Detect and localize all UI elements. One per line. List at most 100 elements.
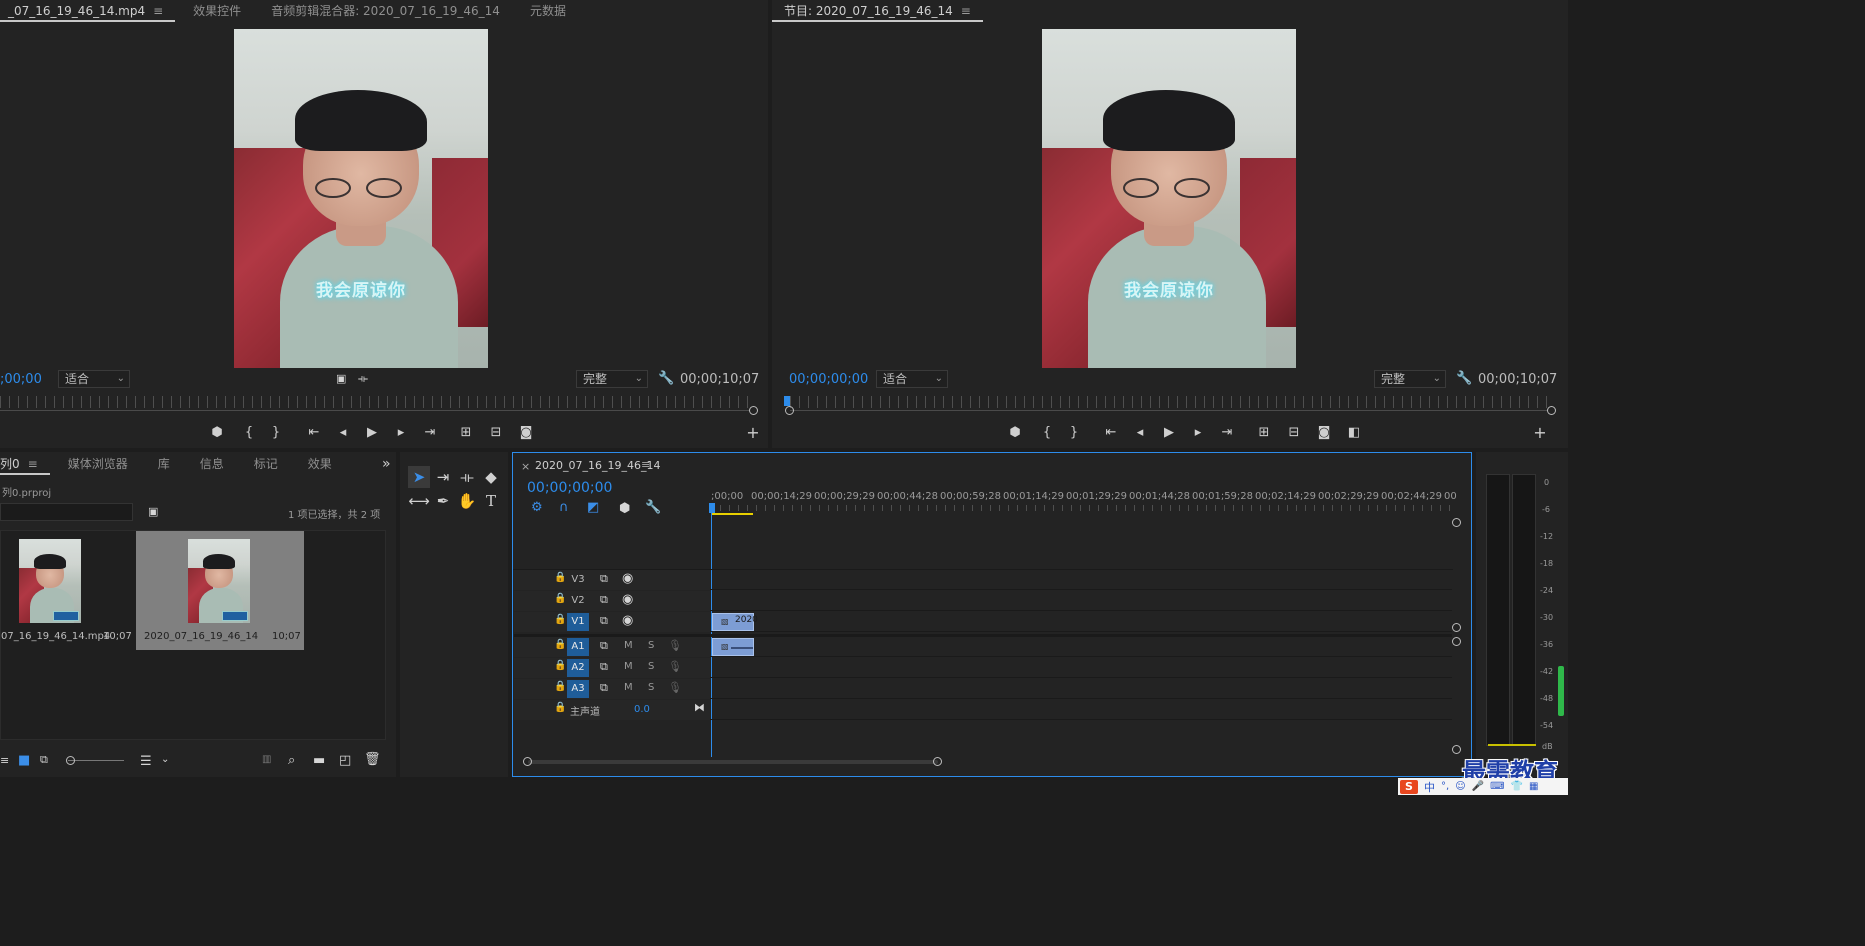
sync-lock-icon[interactable]: ⧉: [600, 593, 608, 607]
program-out-handle[interactable]: [1547, 406, 1556, 415]
project-search-input[interactable]: [0, 503, 133, 521]
keyboard-icon[interactable]: ⌨: [1490, 781, 1504, 792]
icon-view-icon[interactable]: ■: [18, 753, 30, 768]
play-icon[interactable]: ▶: [1158, 424, 1180, 442]
program-timecode[interactable]: 00;00;00;00: [789, 372, 868, 387]
mark-in-icon[interactable]: {: [1036, 424, 1058, 442]
add-marker-icon[interactable]: ⬢: [619, 501, 630, 516]
mute-button[interactable]: M: [624, 640, 633, 651]
mark-out-icon[interactable]: }: [1063, 424, 1085, 442]
source-quality-select[interactable]: 完整 ⌄: [576, 370, 648, 388]
zoom-slider-handle[interactable]: [66, 756, 75, 765]
ime-chinese-mode[interactable]: 中: [1424, 779, 1435, 795]
audio-scroll-top-handle[interactable]: [1452, 637, 1461, 646]
razor-tool-icon[interactable]: ◆: [480, 466, 502, 488]
go-to-out-icon[interactable]: ⇥: [1216, 424, 1238, 442]
add-button-icon[interactable]: +: [742, 424, 764, 442]
microphone-icon[interactable]: 🎙: [668, 681, 682, 694]
go-to-end-icon[interactable]: ⧓: [694, 701, 705, 714]
playhead-handle[interactable]: [709, 503, 715, 513]
find-icon[interactable]: ⌕: [288, 753, 295, 768]
program-in-handle[interactable]: [785, 406, 794, 415]
selection-tool-icon[interactable]: ➤: [408, 466, 430, 488]
go-to-in-icon[interactable]: ⇤: [1100, 424, 1122, 442]
microphone-icon[interactable]: 🎙: [668, 660, 682, 673]
sync-lock-icon[interactable]: ⧉: [600, 681, 608, 695]
sync-lock-icon[interactable]: ⧉: [600, 614, 608, 628]
overwrite-icon[interactable]: ⊟: [485, 424, 507, 442]
tab-effects[interactable]: 效果: [300, 453, 354, 477]
microphone-icon[interactable]: 🎤: [1472, 781, 1484, 792]
tab-media-browser[interactable]: 媒体浏览器: [60, 453, 150, 477]
source-fit-select[interactable]: 适合 ⌄: [58, 370, 130, 388]
list-view-icon[interactable]: ≡: [0, 754, 9, 767]
zoom-slider[interactable]: [68, 760, 124, 761]
extract-icon[interactable]: ⊟: [1283, 424, 1305, 442]
wrench-icon[interactable]: 🔧: [658, 371, 674, 386]
new-item-icon[interactable]: ◰: [339, 753, 351, 768]
tab-metadata[interactable]: 元数据: [522, 0, 588, 24]
eye-icon[interactable]: ◉: [622, 613, 633, 628]
pen-tool-icon[interactable]: ✒: [432, 490, 454, 512]
lift-icon[interactable]: ⊞: [1253, 424, 1275, 442]
microphone-icon[interactable]: 🎙: [668, 639, 682, 652]
hand-tool-icon[interactable]: ✋: [456, 490, 478, 512]
timeline-timecode[interactable]: 00;00;00;00: [527, 480, 612, 496]
go-to-out-icon[interactable]: ⇥: [419, 424, 441, 442]
lock-icon[interactable]: 🔒: [554, 681, 566, 692]
video-scroll-bottom-handle[interactable]: [1452, 623, 1461, 632]
scroll-right-handle[interactable]: [933, 757, 942, 766]
mark-in-icon[interactable]: {: [238, 424, 260, 442]
slip-tool-icon[interactable]: ⟷: [408, 490, 430, 512]
mark-out-icon[interactable]: }: [265, 424, 287, 442]
lock-icon[interactable]: 🔒: [554, 593, 566, 604]
timeline-horizontal-scrollbar[interactable]: [528, 760, 938, 764]
drag-audio-icon[interactable]: ⟛: [358, 372, 368, 386]
new-search-bin-icon[interactable]: ▣: [148, 505, 158, 518]
toolbox-icon[interactable]: ▦: [1529, 781, 1538, 792]
drag-video-icon[interactable]: ▣: [336, 372, 346, 385]
track-label-v2[interactable]: V2: [567, 592, 589, 610]
project-item[interactable]: 07_16_19_46_14.mp4 10;07: [1, 531, 133, 651]
wrench-icon[interactable]: 🔧: [645, 500, 661, 515]
video-scroll-top-handle[interactable]: [1452, 518, 1461, 527]
step-back-icon[interactable]: ◂: [1129, 424, 1151, 442]
tab-program[interactable]: 节目: 2020_07_16_19_46_14 ≡: [772, 0, 993, 24]
panel-menu-icon[interactable]: ≡: [28, 457, 38, 471]
audio-scroll-bottom-handle[interactable]: [1452, 745, 1461, 754]
tab-info[interactable]: 信息: [192, 453, 246, 477]
snap-icon[interactable]: ∩: [559, 500, 569, 515]
work-area-bar[interactable]: [711, 513, 753, 515]
master-volume-value[interactable]: 0.0: [634, 704, 650, 715]
go-to-in-icon[interactable]: ⇤: [303, 424, 325, 442]
lock-icon[interactable]: 🔒: [554, 572, 566, 583]
audio-clip[interactable]: ▧: [712, 638, 754, 656]
add-marker-icon[interactable]: ⬢: [206, 424, 228, 442]
add-marker-icon[interactable]: ⬢: [1004, 424, 1026, 442]
panel-menu-icon[interactable]: ≡: [641, 458, 650, 471]
tab-source-clip[interactable]: _07_16_19_46_14.mp4 ≡: [0, 0, 185, 24]
freeform-view-icon[interactable]: ⧉: [40, 753, 48, 767]
trash-icon[interactable]: 🗑: [364, 752, 381, 767]
scroll-left-handle[interactable]: [523, 757, 532, 766]
eye-icon[interactable]: ◉: [622, 592, 633, 607]
camera-icon[interactable]: ◙: [1313, 424, 1335, 442]
source-out-handle[interactable]: [749, 406, 758, 415]
comparison-view-icon[interactable]: ◧: [1343, 424, 1365, 442]
mute-button[interactable]: M: [624, 661, 633, 672]
sync-lock-icon[interactable]: ⧉: [600, 572, 608, 586]
step-forward-icon[interactable]: ▸: [390, 424, 412, 442]
mute-button[interactable]: M: [624, 682, 633, 693]
track-label-a2[interactable]: A2: [567, 659, 589, 677]
ime-punctuation[interactable]: °,: [1441, 781, 1449, 792]
panel-menu-icon[interactable]: ≡: [153, 4, 163, 18]
sogou-logo-icon[interactable]: S: [1400, 779, 1418, 794]
solo-button[interactable]: S: [648, 682, 654, 693]
source-timecode[interactable]: ;00;00: [0, 372, 42, 387]
smiley-icon[interactable]: ☺: [1455, 781, 1465, 792]
skin-icon[interactable]: 👕: [1511, 781, 1523, 792]
play-icon[interactable]: ▶: [361, 424, 383, 442]
solo-button[interactable]: S: [648, 640, 654, 651]
project-item-selected[interactable]: 2020_07_16_19_46_14 10;07: [136, 531, 304, 650]
tab-audio-clip-mixer[interactable]: 音频剪辑混合器: 2020_07_16_19_46_14: [263, 0, 522, 24]
